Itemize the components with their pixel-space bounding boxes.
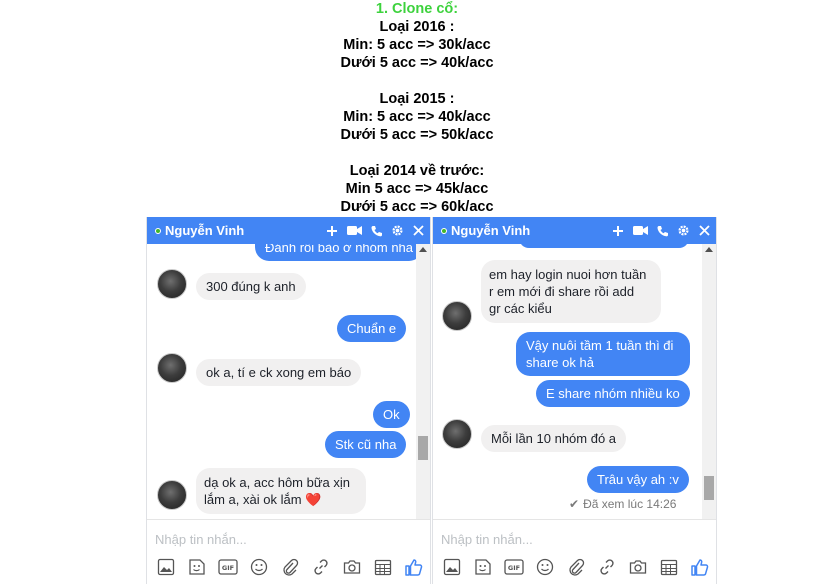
- phone-icon[interactable]: [371, 225, 382, 237]
- attachment-icon[interactable]: [279, 556, 301, 578]
- scroll-up-icon[interactable]: [705, 247, 713, 252]
- avatar: [157, 480, 187, 510]
- add-people-icon[interactable]: [612, 225, 624, 237]
- price-line: Dưới 5 acc => 60k/acc: [340, 199, 494, 215]
- message-outgoing: Ok: [373, 401, 410, 428]
- attachment-icon[interactable]: [565, 556, 587, 578]
- online-status-icon: [441, 227, 447, 234]
- message-outgoing: Đánh rồi bào ở nhóm nha: [255, 244, 424, 261]
- message-input[interactable]: Nhập tin nhắn...: [155, 532, 247, 547]
- camera-icon[interactable]: [341, 556, 363, 578]
- price-list: 1. Clone cổ: Loại 2016 : Min: 5 acc => 3…: [0, 0, 834, 216]
- calendar-icon[interactable]: [658, 556, 680, 578]
- chat-header[interactable]: Nguyễn Vinh: [147, 217, 430, 244]
- price-line: Min 5 acc => 45k/acc: [345, 181, 489, 197]
- emoji-icon[interactable]: [534, 556, 556, 578]
- message-input[interactable]: Nhập tin nhắn...: [441, 532, 533, 547]
- message-incoming: 300 đúng k anh: [196, 273, 306, 300]
- composer: Nhập tin nhắn... GIF: [147, 519, 430, 584]
- message-outgoing: Trâu vậy ah :v: [587, 466, 689, 493]
- link-icon[interactable]: [596, 556, 618, 578]
- svg-text:GIF: GIF: [222, 564, 234, 572]
- add-people-icon[interactable]: [326, 225, 338, 237]
- message-outgoing: Stk cũ nha: [325, 431, 407, 458]
- image-icon[interactable]: [155, 556, 177, 578]
- scrollbar[interactable]: [702, 244, 716, 536]
- message-outgoing: Vậy nuôi tầm 1 tuần thì đi share ok hả: [516, 332, 690, 376]
- like-icon[interactable]: [689, 556, 711, 578]
- price-group-title: Loại 2015 :: [379, 91, 455, 107]
- message-incoming: ok a, tí e ck xong em báo: [196, 359, 362, 386]
- settings-icon[interactable]: [677, 224, 690, 237]
- message-list[interactable]: em hay login nuoi hơn tuần r em mới đi s…: [433, 244, 716, 536]
- price-heading: 1. Clone cổ:: [375, 1, 459, 17]
- message-incoming: em hay login nuoi hơn tuần r em mới đi s…: [481, 260, 661, 323]
- seen-status: ✔ Đã xem lúc 14:26: [569, 497, 677, 511]
- composer: Nhập tin nhắn... GIF: [433, 519, 716, 584]
- price-group-title: Loại 2014 về trước:: [349, 163, 485, 179]
- message-outgoing: Chuẩn e: [337, 315, 407, 342]
- scroll-thumb[interactable]: [704, 476, 714, 500]
- check-icon: ✔: [569, 497, 580, 511]
- message-line: lắm a, xài ok lắm ❤️: [204, 492, 322, 507]
- message-outgoing: E share nhóm nhiều ko: [536, 380, 690, 407]
- price-group-title: Loại 2016 :: [379, 19, 455, 35]
- chat-window-left: Đánh rồi bào ở nhóm nha 300 đúng k anh C…: [146, 217, 431, 584]
- avatar: [157, 353, 187, 383]
- close-icon[interactable]: [699, 225, 710, 236]
- svg-text:GIF: GIF: [508, 564, 520, 572]
- contact-name[interactable]: Nguyễn Vinh: [451, 223, 612, 238]
- calendar-icon[interactable]: [372, 556, 394, 578]
- message-line: gr các kiểu: [489, 301, 552, 316]
- message-line: share ok hả: [526, 355, 594, 370]
- like-icon[interactable]: [403, 556, 425, 578]
- message-incoming: dạ ok a, acc hôm bữa xịn lắm a, xài ok l…: [196, 468, 366, 514]
- gif-icon[interactable]: GIF: [217, 556, 239, 578]
- link-icon[interactable]: [310, 556, 332, 578]
- composer-toolbar: GIF: [155, 556, 425, 578]
- emoji-icon[interactable]: [248, 556, 270, 578]
- composer-toolbar: GIF: [441, 556, 711, 578]
- image-icon[interactable]: [441, 556, 463, 578]
- message-line: r em mới đi share rồi add: [489, 284, 635, 299]
- sticker-icon[interactable]: [186, 556, 208, 578]
- price-line: Min: 5 acc => 30k/acc: [343, 37, 491, 53]
- message-incoming: Mỗi lần 10 nhóm đó a: [481, 425, 627, 452]
- price-line: Dưới 5 acc => 40k/acc: [340, 55, 494, 71]
- avatar: [442, 301, 472, 331]
- message-line: em hay login nuoi hơn tuần: [489, 267, 647, 282]
- video-call-icon[interactable]: [347, 225, 362, 236]
- gif-icon[interactable]: GIF: [503, 556, 525, 578]
- video-call-icon[interactable]: [633, 225, 648, 236]
- chat-header[interactable]: Nguyễn Vinh: [433, 217, 716, 244]
- settings-icon[interactable]: [391, 224, 404, 237]
- price-line: Min: 5 acc => 40k/acc: [343, 109, 491, 125]
- camera-icon[interactable]: [627, 556, 649, 578]
- scroll-up-icon[interactable]: [419, 247, 427, 252]
- chat-window-right: em hay login nuoi hơn tuần r em mới đi s…: [432, 217, 717, 584]
- avatar: [442, 419, 472, 449]
- scrollbar[interactable]: [416, 244, 430, 536]
- phone-icon[interactable]: [657, 225, 668, 237]
- message-line: dạ ok a, acc hôm bữa xịn: [204, 475, 351, 490]
- message-line: Vậy nuôi tầm 1 tuần thì đi: [526, 338, 674, 353]
- close-icon[interactable]: [413, 225, 424, 236]
- contact-name[interactable]: Nguyễn Vinh: [165, 223, 326, 238]
- online-status-icon: [155, 227, 161, 234]
- sticker-icon[interactable]: [472, 556, 494, 578]
- message-outgoing: [519, 244, 689, 248]
- scroll-thumb[interactable]: [418, 436, 428, 460]
- message-list[interactable]: Đánh rồi bào ở nhóm nha 300 đúng k anh C…: [147, 244, 430, 536]
- heart-icon: ❤️: [305, 492, 322, 507]
- price-line: Dưới 5 acc => 50k/acc: [340, 127, 494, 143]
- avatar: [157, 269, 187, 299]
